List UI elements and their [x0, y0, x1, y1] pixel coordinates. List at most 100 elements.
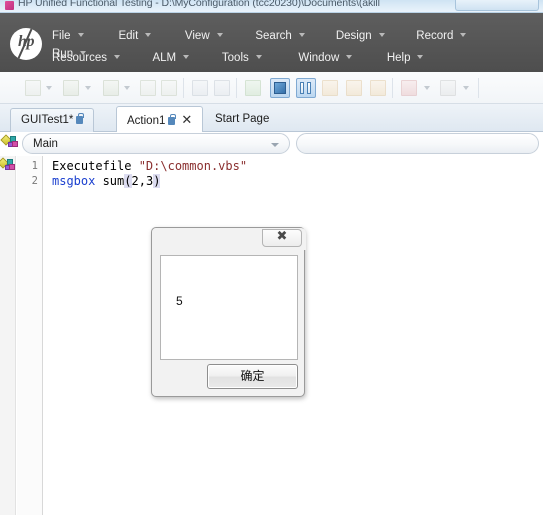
menu-item-window[interactable]: Window	[298, 49, 382, 67]
editor-code-area[interactable]: Executefile "D:\common.vbs" msgbox sum(2…	[52, 156, 247, 216]
comment-icon[interactable]	[370, 80, 386, 96]
menu-band: hp File Edit View Search Design Record R…	[0, 13, 543, 72]
line-number: 1	[31, 160, 38, 172]
menu-item-tools-label: Tools	[221, 52, 249, 64]
toolbar-separator	[478, 78, 479, 98]
dialog-body: 5	[160, 255, 298, 360]
menu-item-design[interactable]: Design	[336, 27, 412, 45]
lock-icon	[168, 114, 176, 125]
code-token-args: 2,3	[131, 174, 154, 188]
main-toolbar	[0, 72, 543, 104]
dialog-footer: 确定	[160, 360, 298, 390]
chevron-down-icon	[255, 55, 262, 59]
chevron-down-icon	[298, 33, 305, 37]
tab-guitest1-label: GUITest1*	[21, 114, 74, 126]
editor-action-marker-icon	[0, 157, 17, 174]
menu-row-secondary: Resources ALM Tools Window Help	[52, 49, 447, 73]
menu-item-resources[interactable]: Resources	[52, 49, 148, 67]
tab-start-page[interactable]: Start Page	[205, 108, 279, 132]
chevron-down-icon	[145, 33, 152, 37]
window-controls[interactable]	[455, 0, 539, 11]
menu-item-help[interactable]: Help	[387, 49, 447, 67]
menu-item-alm[interactable]: ALM	[152, 49, 217, 67]
menu-item-window-label: Window	[298, 52, 340, 64]
lock-icon	[76, 113, 84, 124]
bookmark-dropdown-icon[interactable]	[463, 86, 469, 90]
code-token-paren-close: )	[153, 174, 161, 188]
code-token-string: "D:\common.vbs"	[138, 159, 248, 173]
menu-row-primary: File Edit View Search Design Record Run	[52, 27, 543, 60]
editor-margin-bar[interactable]	[0, 156, 16, 515]
menu-item-search[interactable]: Search	[255, 27, 331, 45]
run-icon[interactable]	[245, 80, 261, 96]
print-icon[interactable]	[161, 80, 177, 96]
secondary-combo[interactable]	[296, 133, 539, 154]
menu-item-file-label: File	[52, 30, 71, 42]
breakpoint-dropdown-icon[interactable]	[424, 86, 430, 90]
menu-item-file[interactable]: File	[52, 27, 114, 45]
action-selector-row: Main	[0, 132, 543, 156]
code-token: Executefile	[52, 159, 139, 173]
line-number: 2	[31, 175, 38, 187]
menu-item-resources-label: Resources	[52, 52, 107, 64]
refresh-icon[interactable]	[192, 80, 208, 96]
window-titlebar: HP Unified Functional Testing - D:\MyCon…	[0, 0, 543, 13]
tab-guitest1[interactable]: GUITest1*	[10, 108, 95, 132]
bookmark-icon[interactable]	[440, 80, 456, 96]
menu-item-alm-label: ALM	[152, 52, 177, 64]
dialog-ok-button[interactable]: 确定	[207, 364, 298, 389]
menu-item-view[interactable]: View	[185, 27, 251, 45]
chevron-down-icon	[113, 55, 120, 59]
chevron-down-icon	[183, 55, 190, 59]
outdent-icon[interactable]	[346, 80, 362, 96]
editor-view-toggle[interactable]	[296, 78, 316, 98]
message-dialog: ✖ 5 确定	[151, 227, 306, 397]
menu-item-tools[interactable]: Tools	[222, 49, 294, 67]
chevron-down-icon	[417, 55, 424, 59]
dialog-titlebar: ✖	[152, 228, 306, 250]
code-line-1: Executefile "D:\common.vbs"	[52, 159, 247, 174]
keyword-view-icon	[274, 82, 286, 94]
menu-item-record[interactable]: Record	[416, 27, 492, 45]
toolbar-separator	[392, 78, 393, 98]
tab-close-icon[interactable]: ✕	[181, 107, 192, 132]
chevron-down-icon	[77, 33, 84, 37]
new-document-dropdown-icon[interactable]	[46, 86, 52, 90]
menu-item-view-label: View	[184, 30, 210, 42]
editor-view-icon-right	[307, 82, 311, 94]
open-file-dropdown-icon[interactable]	[85, 86, 91, 90]
chevron-down-icon	[378, 33, 385, 37]
document-tabbar: GUITest1* Action1 ✕ Start Page	[0, 104, 543, 132]
tab-start-page-label: Start Page	[215, 113, 270, 125]
window-title: HP Unified Functional Testing - D:\MyCon…	[18, 0, 380, 9]
dialog-message-text: 5	[176, 294, 183, 308]
dialog-close-button[interactable]: ✖	[262, 229, 302, 247]
object-repository-icon[interactable]	[214, 80, 230, 96]
open-file-icon[interactable]	[63, 80, 79, 96]
save-all-icon[interactable]	[140, 80, 156, 96]
hp-logo-icon: hp	[10, 28, 42, 60]
keyword-view-toggle[interactable]	[270, 78, 290, 98]
breakpoint-icon[interactable]	[401, 80, 417, 96]
indent-icon[interactable]	[322, 80, 338, 96]
action-combo[interactable]: Main	[22, 133, 290, 154]
save-icon[interactable]	[103, 80, 119, 96]
menu-item-edit[interactable]: Edit	[118, 27, 180, 45]
chevron-down-icon	[271, 143, 279, 147]
hp-logo-text: hp	[18, 33, 34, 50]
action-combo-value: Main	[33, 138, 58, 150]
cube-magenta-icon	[9, 164, 15, 170]
code-line-2: msgbox sum(2,3)	[52, 174, 161, 189]
code-token: sum	[102, 174, 125, 188]
menu-item-design-label: Design	[335, 30, 372, 42]
editor-view-icon-left	[300, 82, 304, 94]
code-token-paren-open: (	[124, 174, 132, 188]
chevron-down-icon	[346, 55, 353, 59]
new-document-icon[interactable]	[25, 80, 41, 96]
menu-item-record-label: Record	[416, 30, 454, 42]
app-icon	[5, 1, 14, 10]
action-marker-icon	[0, 134, 20, 151]
save-dropdown-icon[interactable]	[124, 86, 130, 90]
chevron-down-icon	[216, 33, 223, 37]
tab-action1[interactable]: Action1 ✕	[116, 106, 204, 132]
